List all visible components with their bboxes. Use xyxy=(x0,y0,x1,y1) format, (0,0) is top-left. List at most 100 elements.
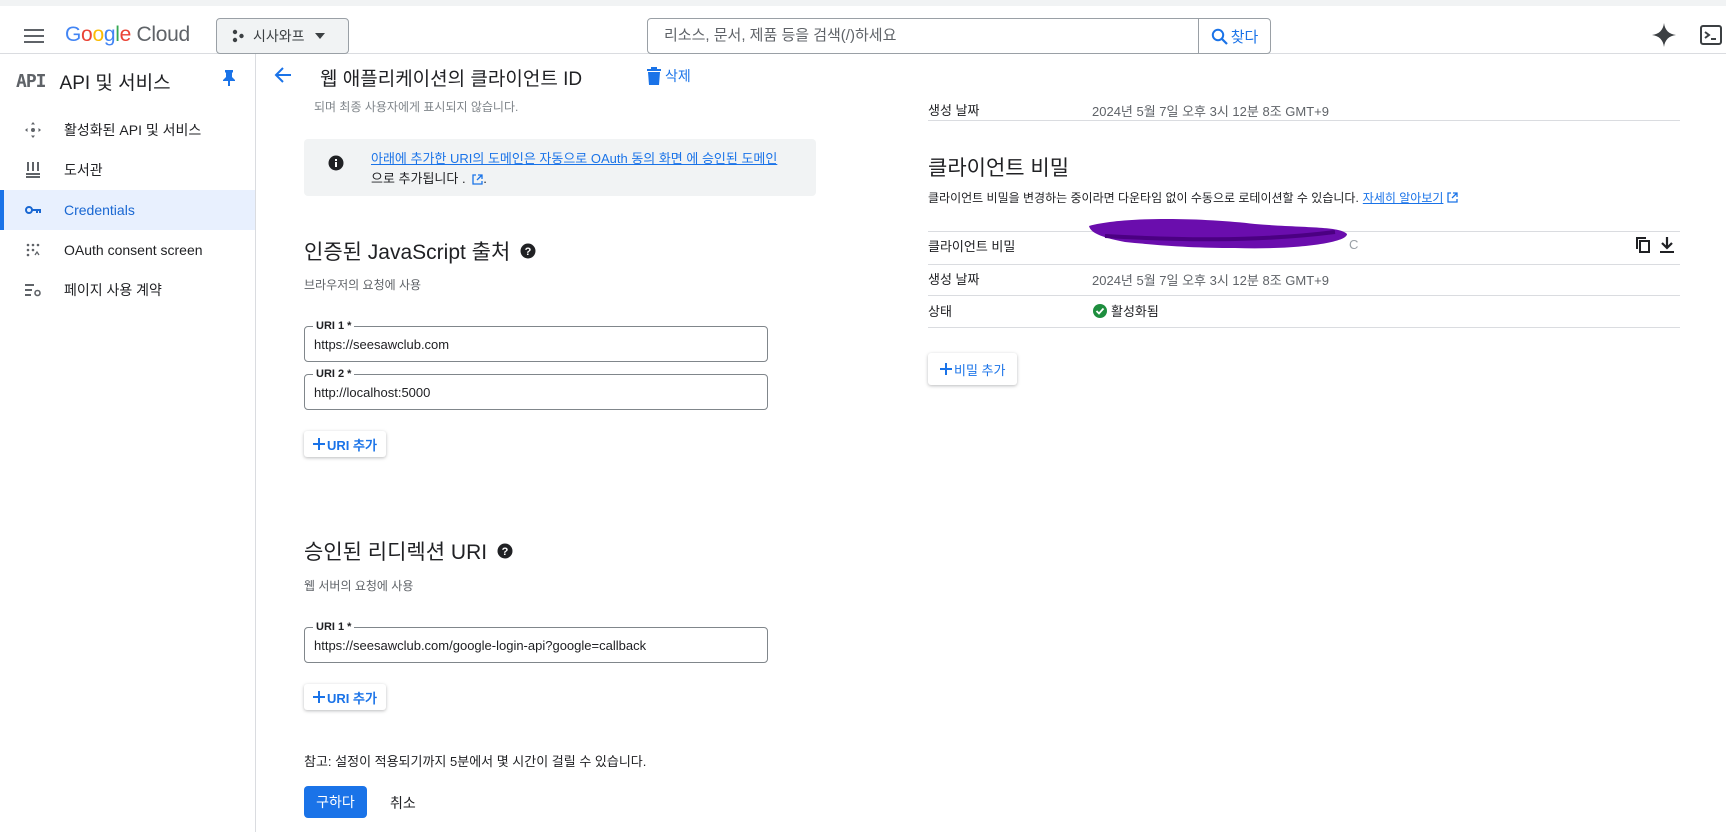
status-value: 활성화됨 xyxy=(1111,304,1159,319)
redirect-uris-section-title: 승인된 리디렉션 URI ? xyxy=(304,536,513,566)
add-uri-label: URI 추가 xyxy=(327,437,377,453)
redaction-scribble xyxy=(1089,219,1347,249)
settings-list-icon xyxy=(24,281,42,299)
search-bar: 리소스, 문서, 제품 등을 검색(/)하세요 찾다 xyxy=(647,18,1271,54)
sidebar-item-oauth-consent[interactable]: OAuth consent screen xyxy=(0,230,255,270)
project-selector[interactable]: 시사와프 xyxy=(216,18,349,54)
search-button-label: 찾다 xyxy=(1230,28,1259,46)
top-bar: Google Cloud 시사와프 리소스, 문서, 제품 등을 검색(/)하세… xyxy=(0,0,1726,54)
pin-icon xyxy=(223,70,235,86)
field-label: URI 2 * xyxy=(313,367,355,381)
domain-info-callout: 아래에 추가한 URI의 도메인은 자동으로 OAuth 동의 화면 에 승인된… xyxy=(304,139,816,196)
sidebar-title: API 및 서비스 xyxy=(59,72,171,94)
svg-text:?: ? xyxy=(502,546,509,558)
divider xyxy=(928,120,1680,121)
delete-button[interactable]: 삭제 xyxy=(647,66,691,86)
terminal-icon xyxy=(1700,25,1722,45)
add-js-origin-uri-button[interactable]: URI 추가 xyxy=(304,431,386,457)
api-diamond-icon xyxy=(24,121,42,139)
key-icon xyxy=(24,201,42,219)
back-button[interactable] xyxy=(274,66,292,84)
plus-icon xyxy=(313,691,325,703)
add-secret-label: 비밀 추가 xyxy=(954,362,1006,378)
delete-label: 삭제 xyxy=(665,68,691,84)
created-date-value: 2024년 5월 7일 오후 3시 12분 8조 GMT+9 xyxy=(1092,104,1329,119)
redirect-uris-title: 승인된 리디렉션 URI xyxy=(304,541,488,564)
gemini-button[interactable] xyxy=(1652,23,1676,47)
js-origins-section-title: 인증된 JavaScript 출처 ? xyxy=(304,236,536,266)
hamburger-icon xyxy=(24,29,44,43)
sidebar-item-credentials[interactable]: Credentials xyxy=(0,190,255,230)
page-title: 웹 애플리케이션의 클라이언트 ID xyxy=(320,69,583,90)
google-cloud-logo[interactable]: Google Cloud xyxy=(65,23,190,47)
field-value: https://seesawclub.com xyxy=(314,337,450,352)
sidebar-item-page-usage-agreements[interactable]: 페이지 사용 계약 xyxy=(0,270,255,310)
add-secret-button[interactable]: 비밀 추가 xyxy=(928,353,1018,385)
js-origins-title: 인증된 JavaScript 출처 xyxy=(304,241,511,264)
sidebar-item-label: 활성화된 API 및 서비스 xyxy=(64,122,202,138)
pin-button[interactable] xyxy=(222,70,236,86)
copy-button[interactable] xyxy=(1636,237,1650,253)
project-icon xyxy=(232,29,244,43)
main-menu-button[interactable] xyxy=(18,20,50,52)
add-redirect-uri-button[interactable]: URI 추가 xyxy=(304,684,386,710)
field-label: URI 1 * xyxy=(313,319,355,333)
field-value: https://seesawclub.com/google-login-api?… xyxy=(314,638,647,653)
api-logo-icon: API xyxy=(16,70,46,92)
info-text-line2: 으로 추가됩니다 . . xyxy=(371,171,487,186)
divider xyxy=(928,295,1680,296)
add-uri-label: URI 추가 xyxy=(327,690,377,706)
sidebar-item-label: Credentials xyxy=(64,202,135,218)
field-value: http://localhost:5000 xyxy=(314,385,431,400)
js-origins-subtitle: 브라우저의 요청에 사용 xyxy=(304,278,422,292)
sidebar-item-label: OAuth consent screen xyxy=(64,242,203,258)
status-label: 상태 xyxy=(928,304,952,319)
chevron-down-icon xyxy=(314,33,325,39)
plus-icon xyxy=(940,363,952,375)
status-badge: 활성화됨 xyxy=(1093,301,1159,320)
faded-help-text: 되며 최종 사용자에게 표시되지 않습니다. xyxy=(314,100,519,114)
info-text: 으로 추가됩니다 . xyxy=(371,171,466,186)
sparkle-icon xyxy=(1652,23,1676,47)
external-link-icon[interactable] xyxy=(1447,192,1459,203)
external-link-icon[interactable] xyxy=(472,174,483,185)
propagation-note: 참고: 설정이 적용되기까지 5분에서 몇 시간이 걸릴 수 있습니다. xyxy=(304,754,647,769)
project-name: 시사와프 xyxy=(253,28,305,44)
download-icon xyxy=(1660,237,1674,253)
sidebar-item-library[interactable]: 도서관 xyxy=(0,150,255,190)
sidebar-header: API API 및 서비스 xyxy=(16,66,171,96)
save-button[interactable]: 구하다 xyxy=(304,786,367,818)
arrow-back-icon xyxy=(274,67,291,83)
created-date-label: 생성 날짜 xyxy=(928,103,980,118)
redirect-uris-subtitle: 웹 서버의 요청에 사용 xyxy=(304,579,414,593)
field-label: URI 1 * xyxy=(313,620,355,634)
sidebar-item-enabled-apis[interactable]: 활성화된 API 및 서비스 xyxy=(0,110,255,150)
divider xyxy=(928,264,1680,265)
consent-dots-icon xyxy=(24,241,42,259)
cloud-shell-button[interactable] xyxy=(1700,24,1722,46)
client-secret-title: 클라이언트 비밀 xyxy=(928,157,1070,180)
client-secret-label: 클라이언트 비밀 xyxy=(928,239,1016,254)
download-button[interactable] xyxy=(1660,237,1674,253)
cancel-button[interactable]: 취소 xyxy=(390,793,416,813)
search-button[interactable]: 찾다 xyxy=(1198,19,1270,53)
divider xyxy=(928,327,1680,328)
secret-desc-text: 클라이언트 비밀을 변경하는 중이라면 다운타임 없이 수동으로 로테이션할 수… xyxy=(928,191,1359,205)
plus-icon xyxy=(313,438,325,450)
copy-icon xyxy=(1636,237,1650,253)
learn-more-link[interactable]: 자세히 알아보기 xyxy=(1363,189,1444,206)
secret-created-date-label: 생성 날짜 xyxy=(928,272,980,287)
info-icon xyxy=(328,155,344,171)
check-circle-icon xyxy=(1093,303,1107,318)
search-input[interactable]: 리소스, 문서, 제품 등을 검색(/)하세요 xyxy=(648,19,1198,53)
help-icon[interactable]: ? xyxy=(520,243,536,259)
client-secret-description: 클라이언트 비밀을 변경하는 중이라면 다운타임 없이 수동으로 로테이션할 수… xyxy=(928,189,1459,206)
js-origin-uri-1-field[interactable]: URI 1 * https://seesawclub.com xyxy=(304,319,768,362)
redirect-uri-1-field[interactable]: URI 1 * https://seesawclub.com/google-lo… xyxy=(304,620,768,663)
js-origin-uri-2-field[interactable]: URI 2 * http://localhost:5000 xyxy=(304,367,768,410)
help-icon[interactable]: ? xyxy=(497,543,513,559)
secret-created-date-value: 2024년 5월 7일 오후 3시 12분 8조 GMT+9 xyxy=(1092,273,1329,288)
library-icon xyxy=(24,161,42,179)
oauth-consent-link[interactable]: 아래에 추가한 URI의 도메인은 자동으로 OAuth 동의 화면 에 승인된… xyxy=(371,148,777,167)
svg-text:?: ? xyxy=(525,246,532,258)
